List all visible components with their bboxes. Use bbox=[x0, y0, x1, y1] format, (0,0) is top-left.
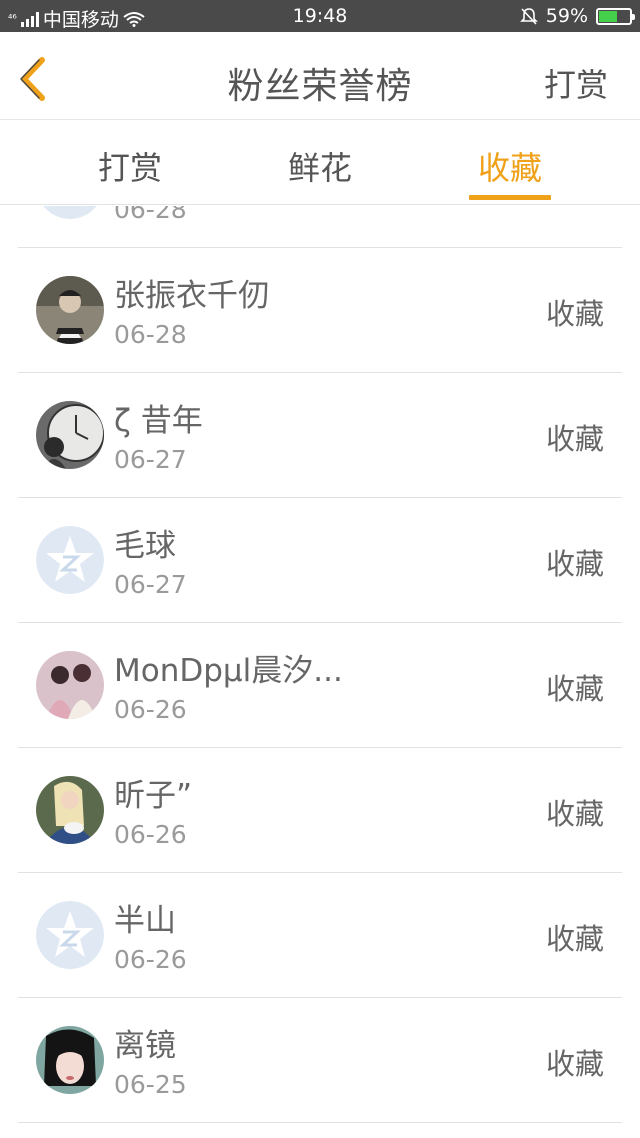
fan-name: ζ 昔年 bbox=[114, 403, 203, 439]
user-avatar bbox=[36, 1026, 104, 1094]
tab-label: 收藏 bbox=[477, 149, 542, 187]
app-header: 粉丝荣誉榜 打赏 bbox=[0, 32, 640, 120]
favorite-date: 06-27 bbox=[114, 445, 187, 474]
favorite-date: 06-28 bbox=[114, 320, 187, 349]
fan-name: 张振衣千仞 bbox=[114, 278, 269, 314]
list-item[interactable]: 毛球 06-27 收藏 bbox=[18, 498, 622, 623]
default-star-avatar bbox=[36, 526, 104, 594]
list-item[interactable]: 昕子” 06-26 收藏 bbox=[18, 748, 622, 873]
battery-level bbox=[599, 10, 617, 22]
bell-muted-icon bbox=[519, 8, 538, 25]
battery-percent: 59% bbox=[545, 5, 588, 27]
favorite-date: 06-26 bbox=[114, 695, 187, 724]
action-label: 收藏 bbox=[545, 547, 604, 581]
fan-name: 毛球 bbox=[114, 528, 176, 564]
fan-name: MonDpµl晨汐... bbox=[114, 653, 343, 689]
battery-icon bbox=[596, 7, 635, 25]
tab-bar: 打赏 鲜花 收藏 bbox=[0, 121, 640, 205]
tab-label: 鲜花 bbox=[287, 149, 352, 187]
list-item[interactable]: MonDpµl晨汐... 06-26 收藏 bbox=[18, 623, 622, 748]
user-avatar bbox=[36, 651, 104, 719]
user-avatar bbox=[36, 776, 104, 844]
tab-favorites[interactable]: 收藏 bbox=[450, 143, 570, 203]
fan-name: 昕子” bbox=[114, 778, 193, 814]
status-bar: ⁴⁶ 中国移动 19:48 59% bbox=[0, 0, 640, 32]
favorite-date: 06-28 bbox=[114, 206, 187, 224]
action-label: 收藏 bbox=[545, 297, 604, 331]
tab-flowers[interactable]: 鲜花 bbox=[260, 143, 380, 203]
action-label: 收藏 bbox=[545, 797, 604, 831]
fan-list[interactable]: 06-28 张振衣千仞 06-28 收藏 ζ 昔年 06-27 收藏 毛球 06… bbox=[0, 206, 640, 1138]
list-item[interactable]: 张振衣千仞 06-28 收藏 bbox=[18, 248, 622, 373]
list-item-partial[interactable]: 06-28 bbox=[18, 206, 622, 248]
action-label: 收藏 bbox=[545, 922, 604, 956]
fan-name: 半山 bbox=[114, 903, 176, 939]
status-right: 59% bbox=[519, 5, 635, 27]
favorite-date: 06-26 bbox=[114, 820, 187, 849]
action-label: 收藏 bbox=[545, 1047, 604, 1081]
reward-button[interactable]: 打赏 bbox=[544, 60, 608, 106]
user-avatar bbox=[36, 401, 104, 469]
tab-label: 打赏 bbox=[97, 149, 162, 187]
active-tab-indicator bbox=[469, 195, 551, 200]
action-label: 收藏 bbox=[545, 422, 604, 456]
fan-name: 离镜 bbox=[114, 1028, 176, 1064]
favorite-date: 06-27 bbox=[114, 570, 187, 599]
default-star-avatar bbox=[36, 901, 104, 969]
action-label: 收藏 bbox=[545, 672, 604, 706]
default-star-avatar bbox=[36, 206, 104, 219]
tab-reward[interactable]: 打赏 bbox=[70, 143, 190, 203]
favorite-date: 06-26 bbox=[114, 945, 187, 974]
favorite-date: 06-25 bbox=[114, 1070, 187, 1099]
list-item[interactable]: ζ 昔年 06-27 收藏 bbox=[18, 373, 622, 498]
user-avatar bbox=[36, 276, 104, 344]
list-item[interactable]: 半山 06-26 收藏 bbox=[18, 873, 622, 998]
list-item[interactable]: 离镜 06-25 收藏 bbox=[18, 998, 622, 1123]
